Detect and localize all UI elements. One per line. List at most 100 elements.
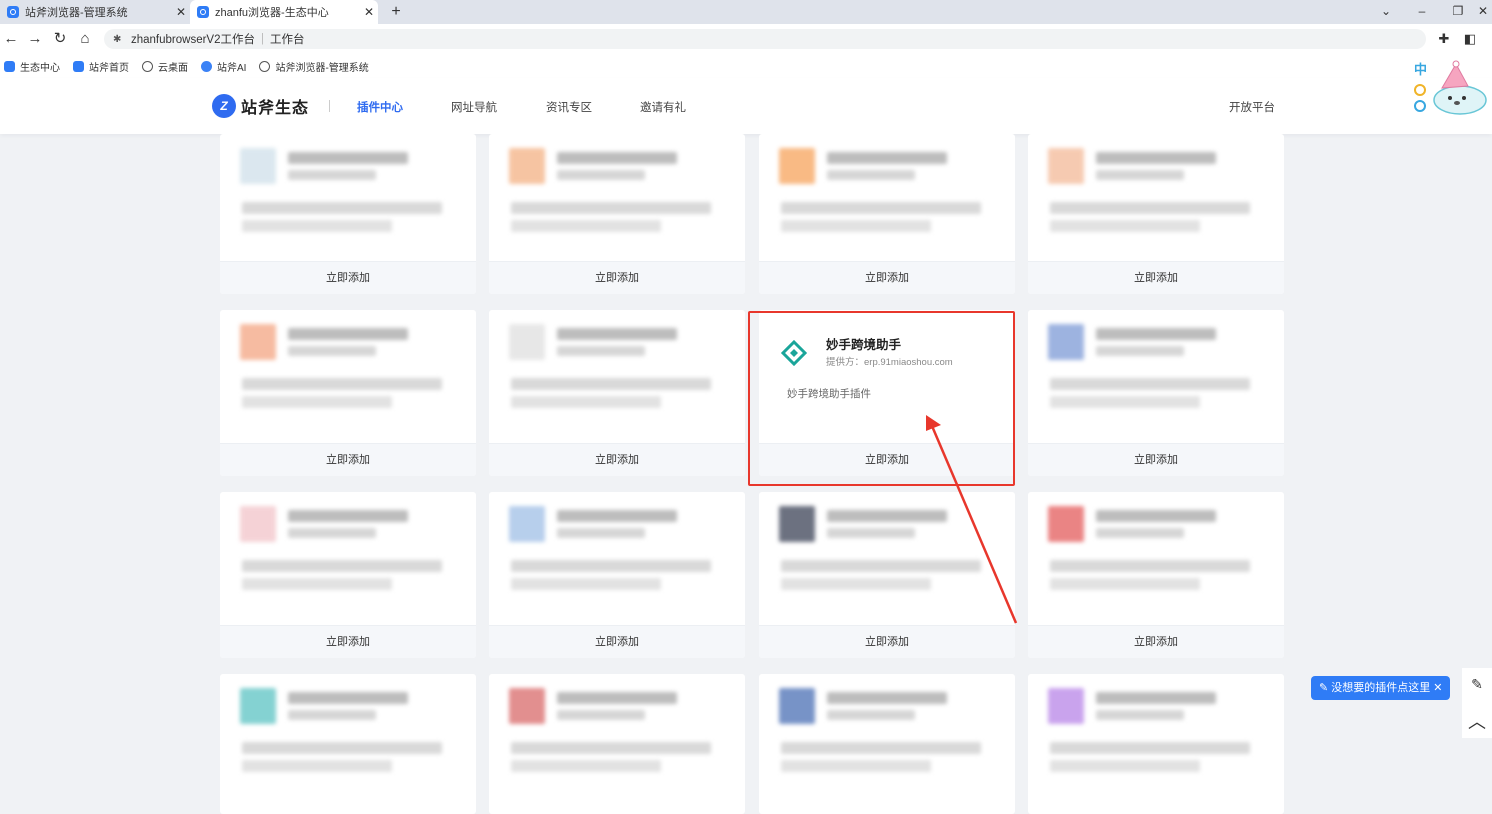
close-tab-icon[interactable]: ✕ [360,5,378,19]
plugin-desc-blurred [511,760,661,772]
add-plugin-button[interactable]: 立即添加 [220,625,476,658]
plugin-desc-blurred [1050,378,1250,390]
tip-label: 没想要的插件点这里 [1331,682,1431,694]
plugin-provider-blurred [557,528,645,538]
plugin-desc-blurred [511,560,711,572]
nav-invite[interactable]: 邀请有礼 [640,99,686,115]
home-icon[interactable]: ⌂ [74,24,96,54]
nav-news[interactable]: 资讯专区 [546,99,592,115]
restore-button[interactable]: ❐ [1440,0,1476,24]
site-logo[interactable]: Z 站斧生态 [212,94,309,118]
side-panel-icon[interactable]: ◧ [1460,24,1480,54]
add-plugin-button[interactable]: 立即添加 [220,261,476,294]
plugin-title-blurred [1096,328,1216,340]
mascot-seal[interactable]: 中 [1408,58,1492,120]
plugin-icon-blurred [1048,506,1084,542]
plugin-desc-blurred [242,742,442,754]
plugin-desc-blurred [781,760,931,772]
bookmark-admin[interactable]: 站斧浏览器-管理系统 [259,59,369,74]
plugin-provider-blurred [1096,528,1184,538]
mascot-badge: 中 [1414,62,1427,78]
plugin-icon-blurred [509,148,545,184]
plugin-title-blurred [1096,510,1216,522]
plugin-desc-blurred [781,202,981,214]
bookmark-label: 云桌面 [158,62,188,74]
plugin-card [1028,674,1284,814]
zhanfu-favicon-icon [4,60,15,72]
back-to-top-icon[interactable]: ︿ [1462,708,1492,734]
tab-search-icon[interactable]: ⌄ [1368,0,1404,24]
site-info-icon[interactable]: ✱ [113,34,125,45]
plugin-card: 立即添加 [1028,492,1284,658]
add-plugin-button[interactable]: 立即添加 [489,443,745,476]
plugin-icon-blurred [1048,148,1084,184]
plugin-card: 立即添加 [220,310,476,476]
plugin-desc-blurred [511,742,711,754]
add-plugin-button[interactable]: 立即添加 [759,261,1015,294]
plugin-desc-blurred [1050,760,1200,772]
add-plugin-button[interactable]: 立即添加 [759,625,1015,658]
address-bar[interactable]: ✱ zhanfubrowserV2工作台 | 工作台 [104,29,1426,49]
plugin-desc-blurred [242,378,442,390]
plugin-card [759,674,1015,814]
address-site: zhanfubrowserV2工作台 [131,34,255,46]
plugin-desc-blurred [511,396,661,408]
bookmark-home[interactable]: 站斧首页 [73,59,129,74]
logo-mark-icon: Z [212,94,236,118]
close-window-button[interactable]: ✕ [1474,0,1492,24]
bookmark-cloud-desktop[interactable]: 云桌面 [142,59,188,74]
plugin-title-blurred [1096,692,1216,704]
plugin-provider-blurred [827,710,915,720]
plugin-desc-blurred [1050,578,1200,590]
nav-plugin-center[interactable]: 插件中心 [357,99,403,115]
minimize-button[interactable]: – [1404,0,1440,24]
plugin-desc-blurred [242,560,442,572]
plugin-title-blurred [827,510,947,522]
plugin-title: 妙手跨境助手 [826,338,902,352]
bookmark-label: 站斧AI [217,62,247,74]
plugin-card: 立即添加 [1028,134,1284,294]
plugin-desc-blurred [781,220,931,232]
site-header: Z 站斧生态 插件中心 网址导航 资讯专区 邀请有礼 开放平台 [0,78,1492,134]
plugin-provider-blurred [288,528,376,538]
nav-open-platform[interactable]: 开放平台 [1229,99,1275,115]
tab-title: 站斧浏览器-管理系统 [25,7,128,19]
bookmark-ai[interactable]: 站斧AI [201,59,246,74]
add-plugin-button[interactable]: 立即添加 [489,261,745,294]
plugin-desc-blurred [781,560,981,572]
plugin-provider-blurred [288,710,376,720]
globe-icon [259,60,271,72]
zhanfu-favicon-icon [7,6,19,18]
plugin-title-blurred [557,692,677,704]
close-tip-icon[interactable]: ✕ [1433,682,1442,694]
plugin-request-tip[interactable]: ✎ 没想要的插件点这里 ✕ [1311,676,1451,700]
plugin-provider-blurred [557,710,645,720]
nav-url-directory[interactable]: 网址导航 [451,99,497,115]
bookmark-ecosystem[interactable]: 生态中心 [4,59,60,74]
forward-icon[interactable]: → [24,24,46,54]
tab-title: zhanfu浏览器-生态中心 [215,7,329,19]
plugin-card [489,674,745,814]
plugin-provider-blurred [1096,170,1184,180]
extensions-icon[interactable]: ✚ [1434,24,1454,54]
tab-ecosystem[interactable]: zhanfu浏览器-生态中心 ✕ [190,0,378,24]
feedback-icon[interactable]: ✎ [1462,676,1492,693]
add-plugin-button[interactable]: 立即添加 [1028,261,1284,294]
reload-icon[interactable]: ↻ [49,24,71,54]
plugin-desc-blurred [1050,396,1200,408]
tab-admin[interactable]: 站斧浏览器-管理系统 ✕ [0,0,190,24]
plugin-icon-blurred [509,688,545,724]
add-plugin-button[interactable]: 立即添加 [489,625,745,658]
plugin-desc-blurred [1050,202,1250,214]
new-tab-button[interactable]: + [386,0,406,24]
plugin-card: 立即添加 [1028,310,1284,476]
add-plugin-button[interactable]: 立即添加 [759,443,1015,476]
address-separator: | [261,33,264,45]
plugin-desc-blurred [242,578,392,590]
add-plugin-button[interactable]: 立即添加 [1028,443,1284,476]
close-tab-icon[interactable]: ✕ [172,5,190,19]
back-icon[interactable]: ← [0,24,22,54]
add-plugin-button[interactable]: 立即添加 [220,443,476,476]
ai-favicon-icon [201,60,212,72]
add-plugin-button[interactable]: 立即添加 [1028,625,1284,658]
